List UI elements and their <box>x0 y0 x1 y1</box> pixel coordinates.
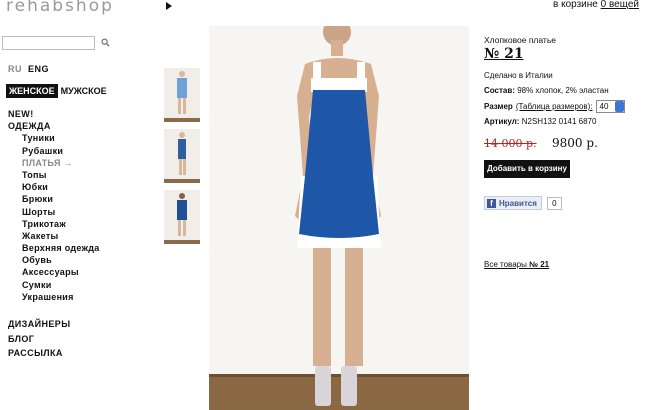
product-info: Хлопковое платье № 21 Сделано в Италии С… <box>484 35 644 269</box>
all-items-num: № 21 <box>529 260 550 269</box>
nav-jackets[interactable]: Жакеты <box>8 230 100 242</box>
article: Артикул: N2SH132 0141 6870 <box>484 117 644 126</box>
nav-bags[interactable]: Сумки <box>8 279 100 291</box>
thumbnail-side[interactable] <box>164 129 200 183</box>
nav-shoes[interactable]: Обувь <box>8 254 100 266</box>
nav-skirts[interactable]: Юбки <box>8 181 100 193</box>
gender-tabs: ЖЕНСКОЕ МУЖСКОЕ <box>6 84 110 98</box>
nav-shirts[interactable]: Рубашки <box>8 145 100 157</box>
facebook-like-count: 0 <box>546 196 562 210</box>
nav-dresses[interactable]: ПЛАТЬЯ → <box>8 157 100 169</box>
play-icon[interactable] <box>166 2 172 10</box>
tab-men[interactable]: МУЖСКОЕ <box>58 84 110 98</box>
tab-women[interactable]: ЖЕНСКОЕ <box>6 84 58 98</box>
nav-knitwear[interactable]: Трикотаж <box>8 218 100 230</box>
size-label: Размер <box>484 102 513 111</box>
nav-jewelry[interactable]: Украшения <box>8 291 100 303</box>
search-icon[interactable] <box>101 38 110 47</box>
nav-tunics[interactable]: Туники <box>8 132 100 144</box>
nav-tops[interactable]: Топы <box>8 169 100 181</box>
nav-new[interactable]: NEW! <box>8 108 100 120</box>
size-row: Размер (Таблица размеров): 40 <box>484 100 644 113</box>
cart-prefix: в корзине <box>553 0 598 10</box>
made-in: Сделано в Италии <box>484 71 553 80</box>
nav-designers[interactable]: ДИЗАЙНЕРЫ <box>8 317 70 332</box>
thumbnail-back[interactable] <box>164 190 200 244</box>
facebook-like-label: Нравится <box>499 198 537 208</box>
add-to-cart-button[interactable]: Добавить в корзину <box>484 160 570 178</box>
article-value: N2SH132 0141 6870 <box>519 117 597 126</box>
composition-label: Состав: <box>484 86 515 95</box>
nav-blog[interactable]: БЛОГ <box>8 332 70 347</box>
nav-trousers[interactable]: Брюки <box>8 193 100 205</box>
product-photo[interactable] <box>209 26 469 410</box>
product-number[interactable]: № 21 <box>484 46 644 62</box>
secondary-nav: ДИЗАЙНЕРЫ БЛОГ РАССЫЛКА <box>8 317 70 361</box>
site-logo[interactable]: rehabshop <box>6 0 114 16</box>
all-items-link[interactable]: Все товары № 21 <box>484 260 644 269</box>
cart-summary: в корзине 0 вещей <box>553 0 639 10</box>
price-block: 14 000 р. 9800 р. <box>484 136 644 150</box>
all-items-prefix: Все товары <box>484 260 530 269</box>
current-price: 9800 р. <box>552 136 598 150</box>
nav-clothing[interactable]: ОДЕЖДА <box>8 120 100 132</box>
composition-value: 98% хлопок, 2% эластан <box>514 86 609 95</box>
facebook-icon: f <box>487 198 496 208</box>
size-select[interactable]: 40 <box>595 100 625 113</box>
product-title: Хлопковое платье <box>484 35 556 45</box>
select-spinner-icon <box>614 101 624 112</box>
article-label: Артикул: <box>484 117 520 126</box>
facebook-like-row: f Нравится 0 <box>484 196 644 210</box>
language-switcher: RU ENG <box>8 64 49 74</box>
lang-eng[interactable]: ENG <box>28 64 49 74</box>
search-input[interactable] <box>2 36 95 50</box>
lang-ru[interactable]: RU <box>8 64 22 74</box>
category-nav: NEW! ОДЕЖДА Туники Рубашки ПЛАТЬЯ → Топы… <box>8 108 100 303</box>
nav-newsletter[interactable]: РАССЫЛКА <box>8 346 70 361</box>
old-price: 14 000 р. <box>484 137 537 150</box>
nav-accessories[interactable]: Аксессуары <box>8 266 100 278</box>
size-table-link[interactable]: (Таблица размеров): <box>516 102 593 111</box>
facebook-like-button[interactable]: f Нравится <box>484 196 542 210</box>
nav-outerwear[interactable]: Верхняя одежда <box>8 242 100 254</box>
nav-shorts[interactable]: Шорты <box>8 206 100 218</box>
thumbnail-list <box>164 68 200 251</box>
cart-link[interactable]: 0 вещей <box>601 0 639 10</box>
size-value: 40 <box>599 102 609 111</box>
thumbnail-front[interactable] <box>164 68 200 122</box>
composition: Состав: 98% хлопок, 2% эластан <box>484 86 644 95</box>
